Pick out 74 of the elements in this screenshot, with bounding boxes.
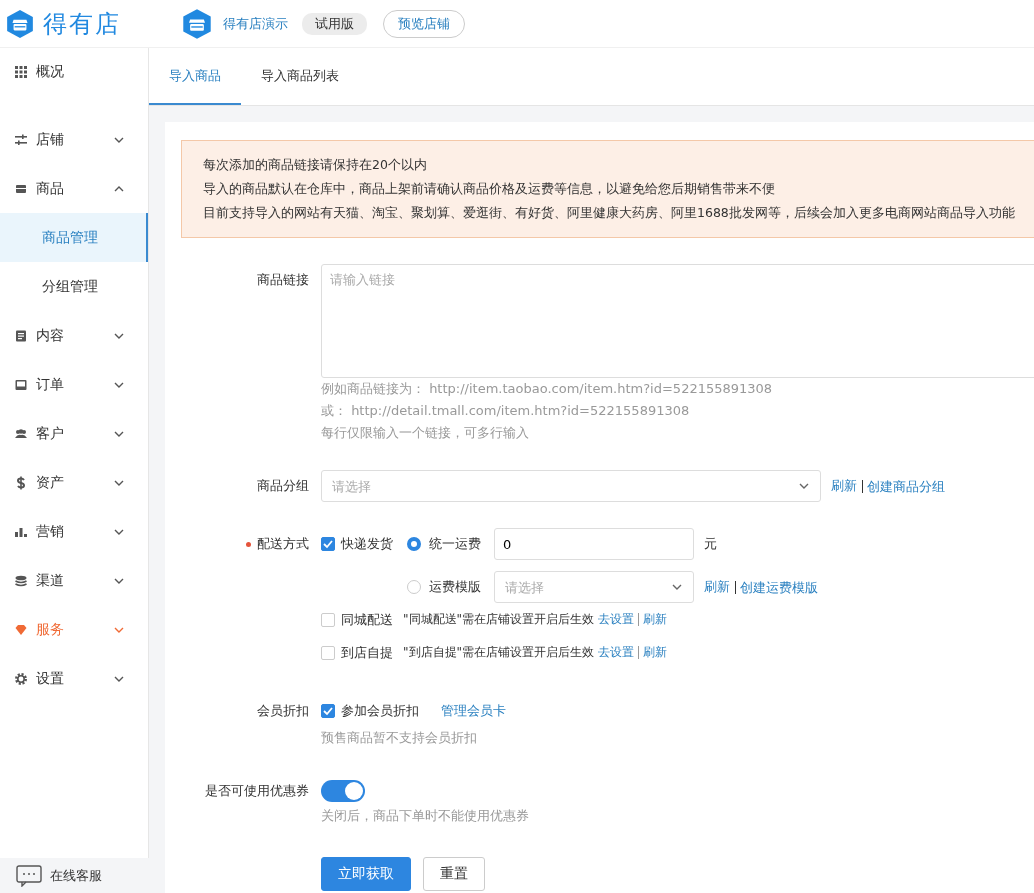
field-label: 配送方式 [257,536,309,551]
hint-text: 关闭后，商品下单时不能使用优惠券 [321,807,530,825]
sidebar-subitem[interactable]: 分组管理 [0,262,148,311]
tray-icon [14,377,28,392]
fee-input-field[interactable]: 0 [494,528,694,560]
tab[interactable]: 导入商品列表 [241,48,359,105]
link-input-field[interactable]: 请输入链接 [321,264,1034,378]
chat-icon [16,864,42,887]
checkbox[interactable] [321,704,335,718]
checkbox-label: 快递发货 [341,535,393,553]
sidebar-item[interactable]: 营销 [0,507,148,556]
hint-text: 或： http://detail.tmall.com/item.htm?id=522155891308 [321,402,691,420]
support-label: 在线客服 [50,866,102,885]
sidebar-subitem[interactable]: 商品管理 [0,213,148,262]
toggle-switch[interactable] [321,780,365,802]
notice-text: 每次添加的商品链接请保持在20个以内 [203,156,428,174]
note-text: "到店自提"需在店铺设置开启后生效 [403,644,595,661]
grid-icon [14,64,28,79]
note-text: "同城配送"需在店铺设置开启后生效 [403,611,595,628]
store-name: 得有店演示 [223,14,288,33]
notice-text: 导入的商品默认在仓库中，商品上架前请确认商品价格及运费等信息，以避免给您后期销售带来不便 [203,180,776,198]
brand-name: 得有店 [43,8,121,40]
layers-icon [14,573,28,588]
sidebar-item[interactable]: 概况 [0,48,148,95]
select-field[interactable]: 请选择 [321,470,821,502]
link[interactable]: 刷新 [704,578,730,596]
checkbox[interactable] [321,537,335,551]
gear-icon [14,671,28,686]
store-avatar-icon [181,7,213,40]
field-label: 商品分组 [257,478,309,493]
link[interactable]: 创建商品分组 [862,479,945,493]
sidebar-item[interactable]: 客户 [0,409,148,458]
field-label: 会员折扣 [257,703,309,718]
plan-badge: 试用版 [302,12,367,35]
sidebar-item[interactable]: 资产 [0,458,148,507]
hint-text: 例如商品链接为： http://item.taobao.com/item.htm?id=522155891308 [321,380,774,398]
diamond-icon [14,622,28,637]
sidebar-item[interactable]: 渠道 [0,556,148,605]
link[interactable]: 刷新 [831,477,857,495]
checkbox-label: 同城配送 [341,610,393,629]
link[interactable]: 刷新 [638,613,668,626]
checkbox-label: 到店自提 [341,643,393,662]
reset-button[interactable]: 重置 [423,857,485,891]
radio-button[interactable] [407,537,421,551]
radio-label: 运费模版 [429,578,481,596]
link[interactable]: 创建运费模版 [735,580,818,594]
sidebar-item[interactable]: 订单 [0,360,148,409]
field-label: 是否可使用优惠券 [205,783,309,798]
sliders-icon [14,132,28,147]
checkbox-label: 参加会员折扣 [341,702,419,720]
store-logo-icon [5,8,35,39]
hint-text: 预售商品暂不支持会员折扣 [321,729,478,747]
link[interactable]: 去设置 [598,611,635,628]
document-icon [14,328,28,343]
select-field[interactable]: 请选择 [494,571,694,603]
sidebar-item[interactable]: 商品 [0,164,148,213]
sidebar-item[interactable]: 设置 [0,654,148,703]
chevron-down-icon [672,583,682,591]
checkbox[interactable] [321,612,335,627]
field-label: 商品链接 [257,272,309,287]
unit-label: 元 [704,535,717,553]
sidebar-item[interactable]: 店铺 [0,115,148,164]
chevron-down-icon [799,482,809,490]
people-icon [14,426,28,441]
dollar-icon [14,475,28,490]
sidebar-item[interactable]: 内容 [0,311,148,360]
notice-text: 目前支持导入的网站有天猫、淘宝、聚划算、爱逛街、有好货、阿里健康大药房、阿里1688批发网等，后续会加入更多电商网站商品导入功能 [203,204,1016,222]
submit-button[interactable]: 立即获取 [321,857,411,891]
link[interactable]: 管理会员卡 [441,702,506,720]
preview-store-button[interactable]: 预览店铺 [383,9,465,38]
checkbox[interactable] [321,645,335,660]
link[interactable]: 刷新 [638,646,668,659]
link[interactable]: 去设置 [598,644,635,661]
radio-label: 统一运费 [429,535,481,553]
